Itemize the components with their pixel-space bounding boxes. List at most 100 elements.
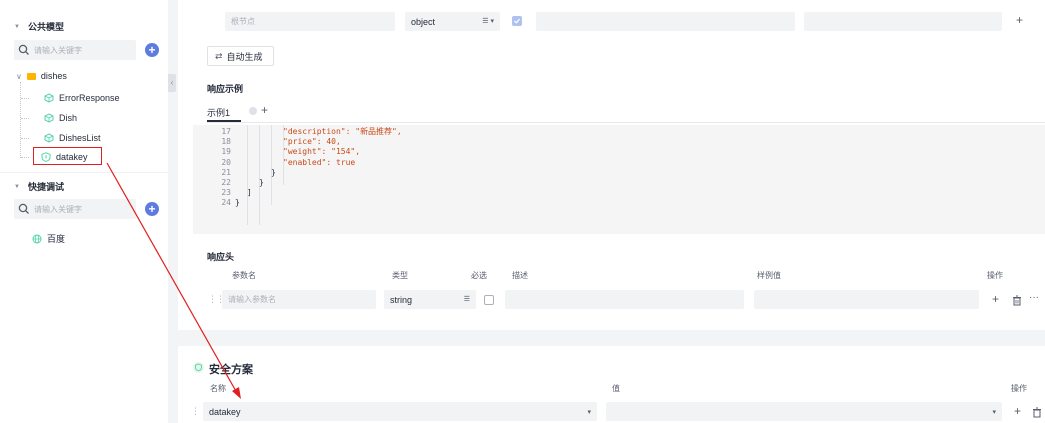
- code-text: "enabled": true: [283, 157, 356, 167]
- model-label: Dish: [59, 113, 78, 123]
- select-value: datakey: [209, 406, 241, 417]
- header-required-checkbox[interactable]: [484, 295, 494, 305]
- select-value: string: [390, 294, 413, 305]
- chevron-down-icon: ∨: [16, 71, 22, 81]
- line-number: 20: [221, 157, 231, 167]
- col-desc: 描述: [512, 271, 528, 280]
- sidebar-collapse-handle[interactable]: ‹: [168, 74, 176, 92]
- model-icon: [44, 93, 54, 103]
- add-header-icon[interactable]: +: [992, 292, 999, 306]
- tab-example-1[interactable]: 示例1: [207, 106, 230, 119]
- model-icon: [44, 113, 54, 123]
- col-required: 必选: [471, 271, 487, 280]
- code-line: 22}: [193, 178, 1045, 188]
- col-actions: 操作: [987, 271, 1003, 280]
- tab-divider: [207, 122, 1045, 123]
- add-debug-button[interactable]: +: [145, 202, 159, 216]
- public-models-search-input[interactable]: 请输入关键字: [14, 40, 136, 60]
- root-example-input[interactable]: [804, 12, 1002, 31]
- divider: [0, 172, 168, 173]
- quick-debug-search-input[interactable]: 请输入关键字: [14, 199, 136, 219]
- model-item-dish[interactable]: Dish: [44, 113, 77, 123]
- required-checkbox[interactable]: [512, 16, 522, 26]
- tree-guide: [20, 82, 21, 158]
- public-models-title: 公共模型: [27, 22, 64, 32]
- root-desc-input[interactable]: [536, 12, 795, 31]
- select-value: object: [411, 16, 436, 27]
- refresh-icon: ⇄: [215, 50, 223, 61]
- search-icon: [18, 44, 30, 56]
- line-number: 18: [221, 137, 231, 147]
- search-icon: [18, 203, 30, 215]
- delete-icon[interactable]: [1012, 295, 1022, 306]
- code-text: "description": "新品推荐",: [283, 127, 402, 136]
- header-type-select[interactable]: string ☰: [384, 290, 476, 309]
- col-example: 样例值: [757, 271, 781, 280]
- security-title: 安全方案: [209, 364, 253, 376]
- header-name-input[interactable]: 请输入参数名: [222, 290, 376, 309]
- code-line: 17 "description": "新品推荐",: [193, 127, 1045, 137]
- code-text: }: [235, 198, 240, 208]
- model-item-disheslist[interactable]: DishesList: [44, 133, 101, 143]
- code-line: 21}: [193, 168, 1045, 178]
- auto-generate-button[interactable]: ⇄ 自动生成: [207, 46, 274, 66]
- response-headers-title: 响应头: [207, 252, 235, 262]
- caret-down-icon: ▼: [14, 23, 20, 30]
- search-placeholder: 请输入关键字: [34, 45, 82, 55]
- code-line: 23]: [193, 188, 1045, 198]
- select-dropdown-icon: ☰ ▾: [482, 18, 494, 25]
- line-number: 19: [221, 147, 231, 157]
- sec-col-actions: 操作: [1011, 384, 1027, 393]
- model-icon: [44, 133, 54, 143]
- caret-down-icon: ▼: [14, 183, 20, 190]
- tree-branch: [21, 138, 29, 139]
- quick-debug-title: 快捷调试: [27, 182, 64, 192]
- code-line: 18 "price": 40,: [193, 137, 1045, 147]
- debug-label: 百度: [47, 234, 66, 244]
- more-icon[interactable]: ···: [1029, 292, 1039, 303]
- code-line: 20 "enabled": true: [193, 158, 1045, 168]
- add-model-button[interactable]: +: [145, 43, 159, 57]
- header-desc-input[interactable]: [505, 290, 744, 309]
- security-value-select[interactable]: ▾: [606, 402, 1002, 421]
- code-line: 24}: [193, 198, 1045, 208]
- code-line: 19 "weight": "154",: [193, 147, 1045, 157]
- line-number: 22: [221, 178, 231, 187]
- debug-item-baidu[interactable]: 百度: [32, 232, 65, 245]
- security-shield-icon: [193, 362, 204, 373]
- tree-branch: [21, 118, 29, 119]
- add-row-icon[interactable]: +: [1016, 13, 1023, 27]
- chevron-down-icon: ▾: [992, 409, 996, 416]
- add-tab-icon[interactable]: +: [261, 103, 268, 117]
- code-editor[interactable]: 17 "description": "新品推荐", 18 "price": 40, 19…: [193, 125, 1045, 234]
- model-item-errorresponse[interactable]: ErrorResponse: [44, 93, 120, 103]
- folder-label: dishes: [40, 71, 67, 81]
- add-security-icon[interactable]: +: [1014, 404, 1021, 418]
- security-name-select[interactable]: datakey ▾: [203, 402, 597, 421]
- globe-icon: [32, 234, 42, 243]
- quick-debug-header[interactable]: ▼ 快捷调试: [14, 180, 64, 193]
- code-text: "weight": "154",: [283, 147, 361, 157]
- line-number: 24: [221, 198, 231, 208]
- line-number: 21: [221, 167, 231, 177]
- delete-icon[interactable]: [1032, 407, 1042, 418]
- input-placeholder: 根节点: [231, 17, 255, 26]
- line-number: 23: [221, 188, 231, 198]
- close-tab-icon[interactable]: [249, 107, 257, 115]
- tree-branch: [21, 157, 29, 158]
- folder-dishes[interactable]: ∨ dishes: [16, 71, 67, 81]
- header-example-input[interactable]: [754, 290, 979, 309]
- model-label: DishesList: [59, 133, 101, 143]
- root-node-name-input[interactable]: 根节点: [225, 12, 395, 31]
- response-example-title: 响应示例: [207, 84, 244, 94]
- sec-col-name: 名称: [210, 384, 226, 393]
- search-placeholder: 请输入关键字: [34, 204, 82, 214]
- line-number: 17: [221, 127, 231, 136]
- sec-col-value: 值: [612, 384, 620, 393]
- input-placeholder: 请输入参数名: [228, 295, 276, 304]
- public-models-header[interactable]: ▼ 公共模型: [14, 20, 64, 33]
- model-label: ErrorResponse: [59, 93, 120, 103]
- col-name: 参数名: [232, 271, 256, 280]
- root-type-select[interactable]: object ☰ ▾: [405, 12, 500, 31]
- code-text: }: [259, 178, 264, 187]
